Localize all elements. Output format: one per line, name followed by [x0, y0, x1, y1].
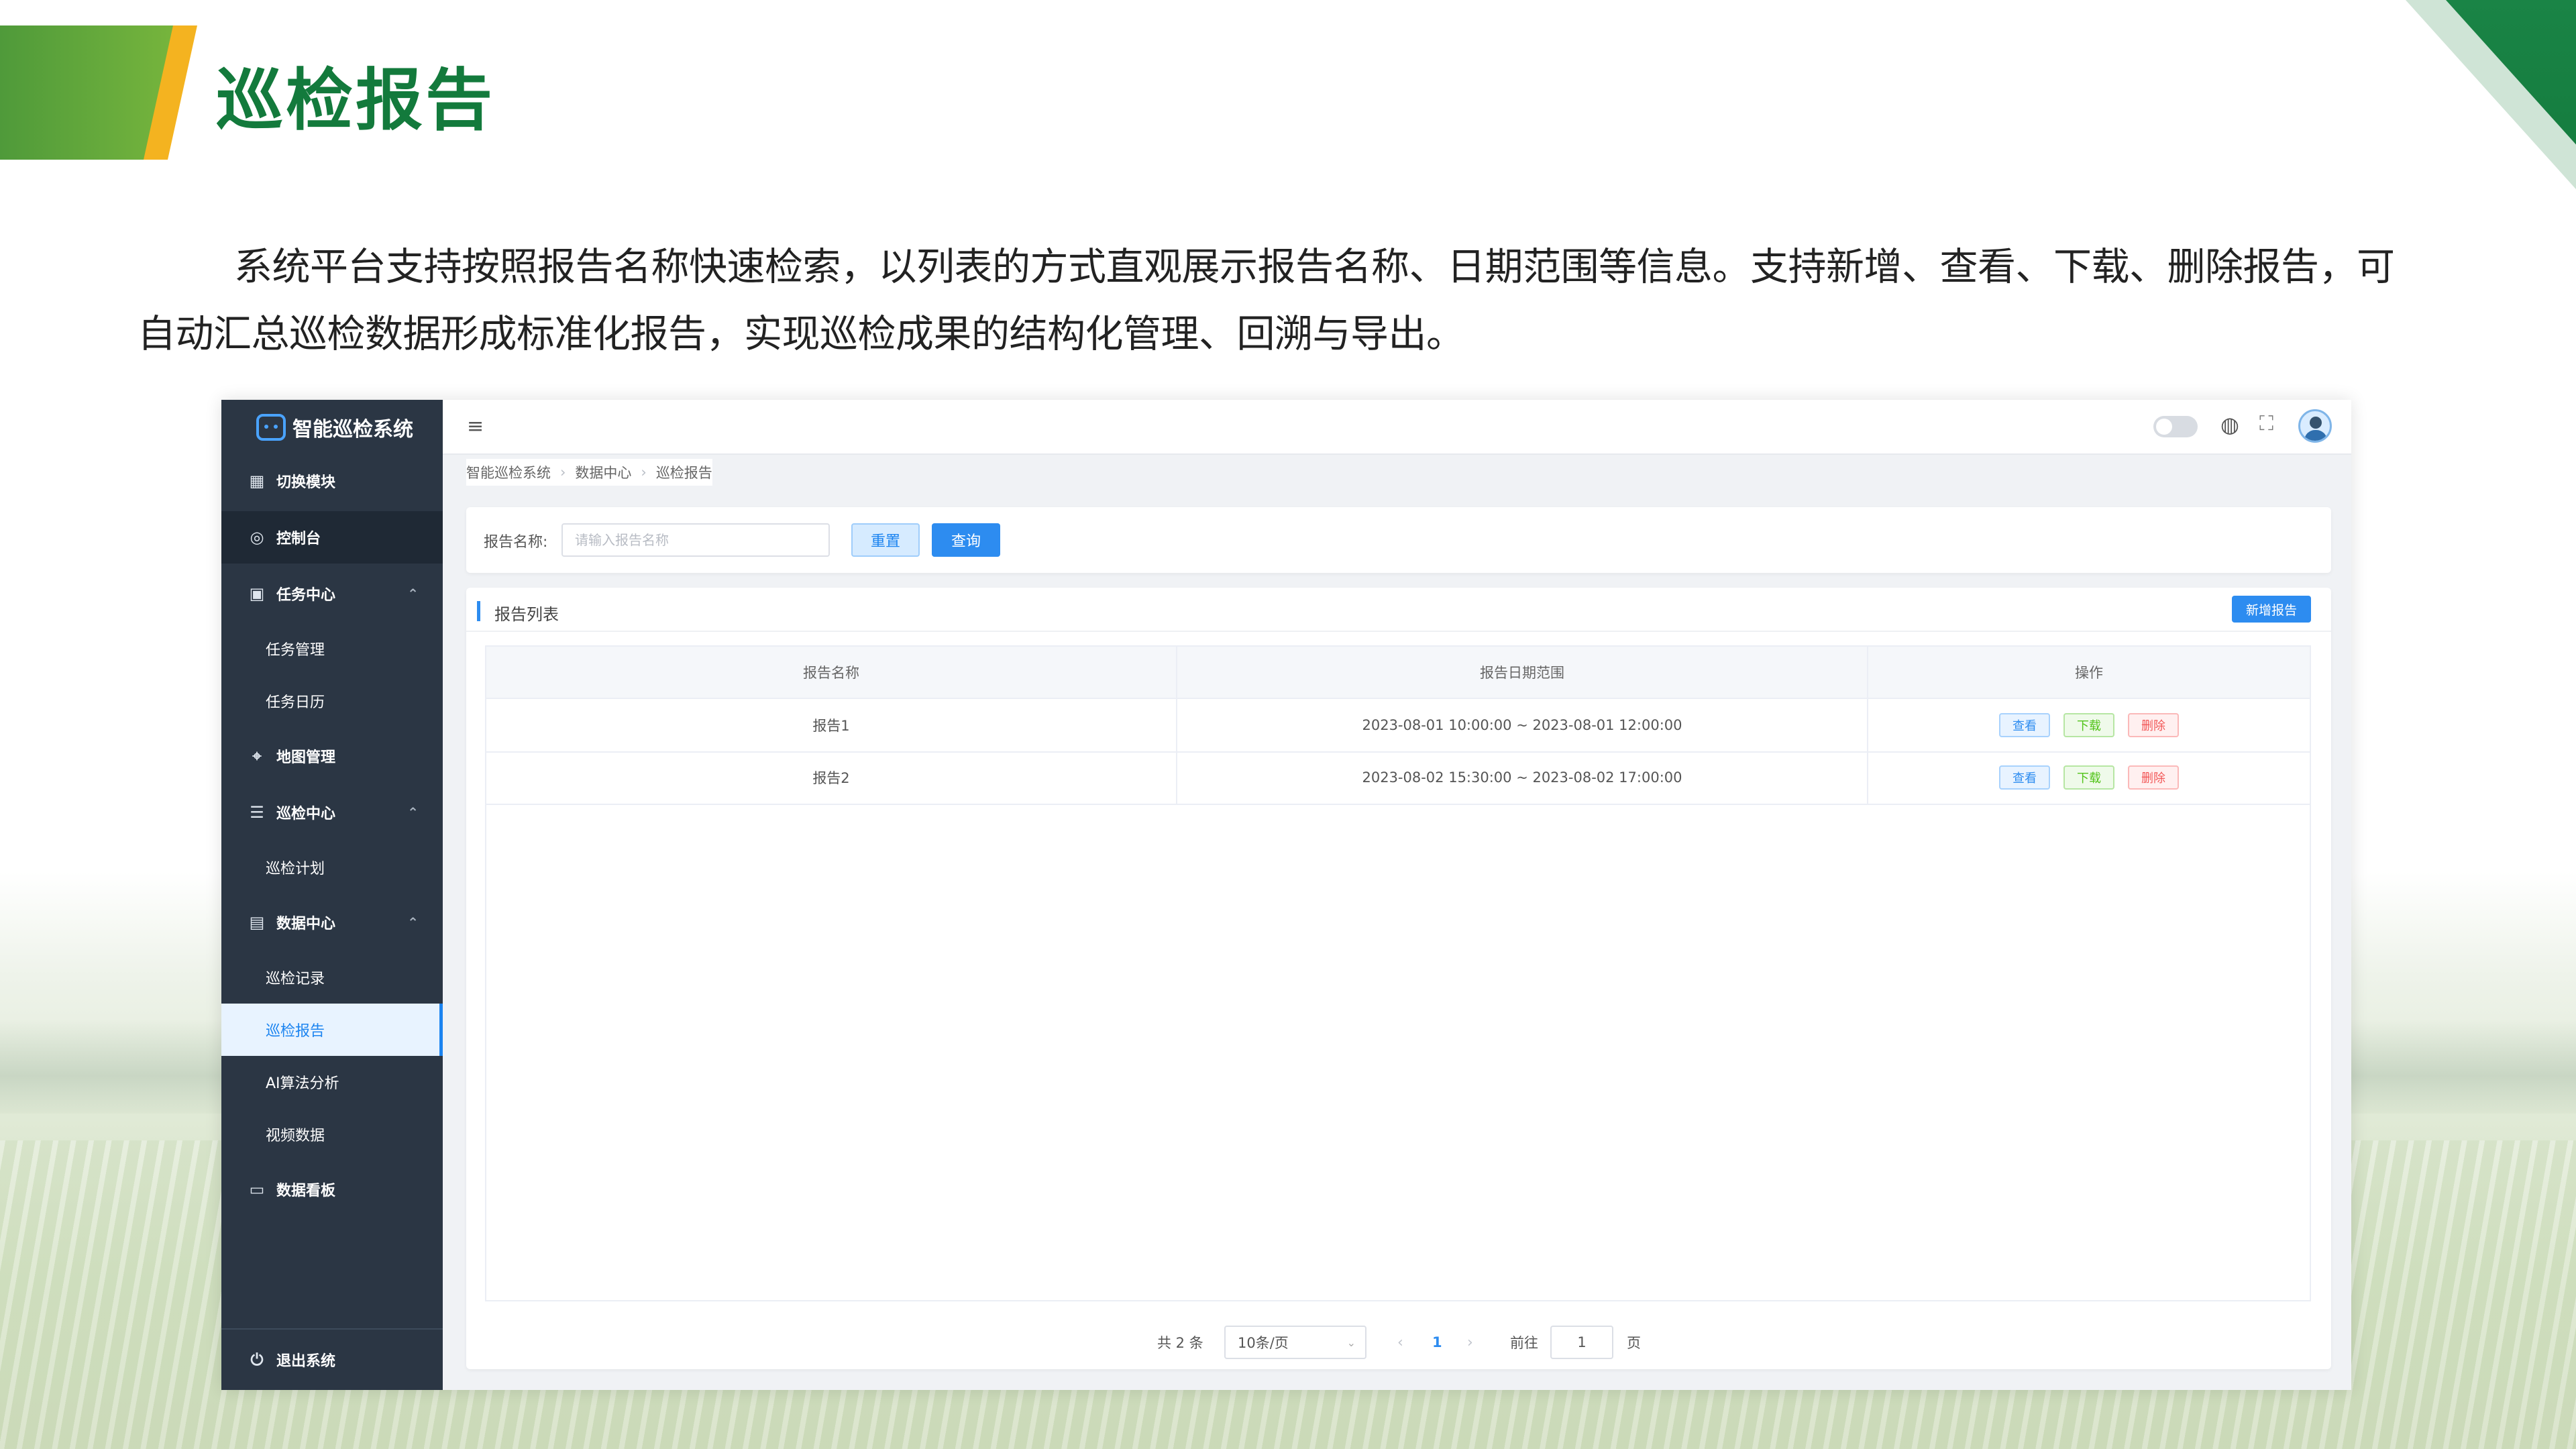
dashboard-icon: ▭: [249, 1180, 265, 1199]
add-report-button[interactable]: 新增报告: [2232, 596, 2311, 623]
table-row: 报告2 2023-08-02 15:30:00 ~ 2023-08-02 17:…: [486, 751, 2310, 805]
chevron-right-icon: ›: [560, 464, 566, 480]
sidebar-item-ai-analysis[interactable]: AI算法分析: [221, 1056, 443, 1108]
title-marker: [477, 601, 480, 621]
list-title: 报告列表: [494, 605, 559, 624]
power-icon: ⏻: [250, 1350, 264, 1369]
target-icon: ◎: [250, 528, 264, 547]
clipboard-icon: ☰: [250, 803, 264, 822]
page-number-current[interactable]: 1: [1432, 1326, 1442, 1359]
search-label: 报告名称:: [484, 534, 548, 551]
actions-cell: 查看 下载 删除: [1868, 751, 2310, 804]
globe-icon[interactable]: ◍: [2220, 412, 2239, 437]
map-pin-icon: ⌖: [252, 747, 262, 765]
sidebar-item-task-calendar[interactable]: 任务日历: [221, 675, 443, 727]
sidebar-item-task-center[interactable]: ▣ 任务中心 ⌃: [221, 568, 443, 620]
sidebar-item-inspection-center[interactable]: ☰ 巡检中心 ⌃: [221, 786, 443, 839]
slide-title: 巡检报告: [216, 61, 495, 140]
chart-icon: ▤: [249, 913, 265, 932]
intro-paragraph: 系统平台支持按照报告名称快速检索，以列表的方式直观展示报告名称、日期范围等信息。…: [138, 245, 2395, 356]
report-name-cell: 报告2: [486, 751, 1177, 804]
view-button[interactable]: 查看: [1999, 765, 2050, 790]
breadcrumb: 智能巡检系统 › 数据中心 › 巡检报告: [466, 459, 712, 486]
breadcrumb-item-current: 巡检报告: [655, 465, 712, 481]
app-window: 智能巡检系统 ▦ 切换模块 ◎ 控制台 ▣ 任务中心 ⌃ 任务管理 任务日历 ⌖…: [221, 400, 2351, 1390]
calendar-icon: ▣: [249, 584, 265, 603]
goto-label: 前往: [1510, 1335, 1538, 1351]
chevron-up-icon: ⌃: [407, 914, 419, 930]
page-suffix: 页: [1627, 1335, 1641, 1351]
chevron-right-icon: ›: [641, 464, 647, 480]
list-header: 报告列表 新增报告: [466, 588, 2331, 632]
theme-toggle[interactable]: [2153, 416, 2198, 437]
grid-icon: ▦: [249, 472, 265, 490]
sidebar-item-inspection-records[interactable]: 巡检记录: [221, 951, 443, 1004]
sidebar-item-map-management[interactable]: ⌖ 地图管理: [221, 730, 443, 782]
sidebar-item-inspection-report[interactable]: 巡检报告: [221, 1004, 443, 1056]
report-list-panel: 报告列表 新增报告 报告名称 报告日期范围 操作 报告1 2023-08-01 …: [466, 588, 2331, 1369]
sidebar-item-data-center[interactable]: ▤ 数据中心 ⌃: [221, 896, 443, 949]
sidebar-item-switch-module[interactable]: ▦ 切换模块: [221, 455, 443, 507]
sidebar-item-data-dashboard[interactable]: ▭ 数据看板: [221, 1163, 443, 1216]
sidebar-item-inspection-plan[interactable]: 巡检计划: [221, 841, 443, 894]
sidebar-item-console[interactable]: ◎ 控制台: [221, 511, 443, 564]
top-bar: ≡ ◍ ⛶: [443, 400, 2351, 455]
view-button[interactable]: 查看: [1999, 713, 2050, 737]
goto-page-input[interactable]: 1: [1550, 1326, 1613, 1359]
report-name-cell: 报告1: [486, 699, 1177, 751]
page-size-select[interactable]: 10条/页 ⌄: [1224, 1326, 1366, 1359]
download-button[interactable]: 下载: [2063, 713, 2114, 737]
app-name: 智能巡检系统: [292, 418, 413, 441]
column-header-name: 报告名称: [486, 647, 1177, 698]
chevron-up-icon: ⌃: [407, 586, 419, 602]
pagination: 共 2 条 10条/页 ⌄ ‹ 1 › 前往 1 页: [466, 1326, 2331, 1359]
actions-cell: 查看 下载 删除: [1868, 699, 2310, 751]
avatar[interactable]: [2298, 409, 2332, 443]
report-table: 报告名称 报告日期范围 操作 报告1 2023-08-01 10:00:00 ~…: [485, 645, 2311, 1301]
column-header-actions: 操作: [2075, 665, 2103, 681]
total-count: 共 2 条: [1157, 1335, 1203, 1351]
prev-page-icon[interactable]: ‹: [1397, 1326, 1403, 1359]
column-header-date-range: 报告日期范围: [1177, 647, 1868, 698]
robot-icon: [256, 414, 286, 441]
next-page-icon[interactable]: ›: [1467, 1326, 1473, 1359]
sidebar-item-task-management[interactable]: 任务管理: [221, 623, 443, 675]
chevron-down-icon: ⌄: [1346, 1336, 1356, 1349]
date-range-cell: 2023-08-02 15:30:00 ~ 2023-08-02 17:00:0…: [1177, 751, 1868, 804]
search-panel: 报告名称: 重置 查询: [466, 507, 2331, 573]
breadcrumb-item[interactable]: 数据中心: [575, 462, 631, 482]
sidebar-item-video-data[interactable]: 视频数据: [221, 1108, 443, 1161]
breadcrumb-item[interactable]: 智能巡检系统: [466, 462, 551, 482]
query-button[interactable]: 查询: [932, 523, 1000, 557]
report-name-input[interactable]: [561, 523, 830, 557]
download-button[interactable]: 下载: [2063, 765, 2114, 790]
fullscreen-icon[interactable]: ⛶: [2259, 412, 2273, 435]
date-range-cell: 2023-08-01 10:00:00 ~ 2023-08-01 12:00:0…: [1177, 699, 1868, 751]
app-logo: 智能巡检系统: [221, 400, 443, 455]
chevron-up-icon: ⌃: [407, 804, 419, 820]
page-size-value: 10条/页: [1238, 1335, 1289, 1351]
reset-button[interactable]: 重置: [851, 523, 920, 557]
table-header: 报告名称 报告日期范围 操作: [486, 647, 2310, 699]
table-row: 报告1 2023-08-01 10:00:00 ~ 2023-08-01 12:…: [486, 699, 2310, 753]
menu-icon[interactable]: ≡: [467, 415, 484, 438]
delete-button[interactable]: 删除: [2128, 765, 2179, 790]
logout-button[interactable]: ⏻ 退出系统: [221, 1328, 443, 1390]
sidebar: 智能巡检系统 ▦ 切换模块 ◎ 控制台 ▣ 任务中心 ⌃ 任务管理 任务日历 ⌖…: [221, 400, 443, 1390]
delete-button[interactable]: 删除: [2128, 713, 2179, 737]
